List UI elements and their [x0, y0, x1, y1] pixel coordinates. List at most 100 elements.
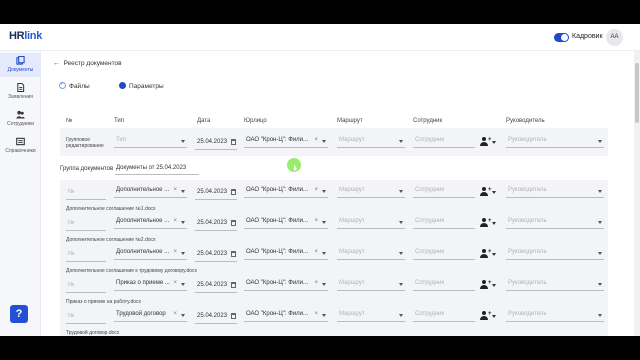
chevron-down-icon [598, 314, 602, 317]
chevron-down-icon [322, 221, 326, 224]
row-company-select[interactable]: ОАО "Крон-Ц": Фили... × [244, 277, 328, 291]
column-header-number: № [66, 118, 73, 124]
row-type-select[interactable]: Приказ о приеме ... × [114, 277, 187, 291]
row-manager-select[interactable]: Руководитель [506, 215, 604, 229]
clear-icon: × [314, 137, 318, 143]
row-route-select[interactable]: Маршрут [337, 308, 405, 322]
row-file-name: Приказ о приеме на работу.docx [66, 299, 142, 305]
row-employee-field[interactable]: Сотрудник [413, 215, 475, 229]
clear-icon: × [173, 218, 177, 224]
row-date-field[interactable]: 25.04.2023 [195, 186, 237, 200]
chevron-down-icon [181, 140, 185, 143]
row-number-field[interactable]: № [66, 186, 106, 200]
row-file-name: Дополнительное соглашение №1.docx [66, 206, 156, 212]
document-group-input[interactable]: Документы от 25.04.2023 [115, 162, 199, 175]
chevron-down-icon [399, 140, 403, 143]
row-number-field[interactable]: № [66, 217, 106, 231]
tab-parameters[interactable]: Параметры [119, 82, 164, 90]
row-number-field[interactable]: № [66, 279, 106, 293]
row-employee-field[interactable]: Сотрудник [413, 277, 475, 291]
row-date-field[interactable]: 25.04.2023 [195, 248, 237, 262]
row-type-select[interactable]: Трудовой договор × [114, 308, 187, 322]
row-number-field[interactable]: № [66, 310, 106, 324]
row-employee-field[interactable]: Сотрудник [413, 246, 475, 260]
sidebar-item-label: Документы [7, 67, 34, 73]
chevron-down-icon [322, 252, 326, 255]
checked-radio-icon [59, 81, 66, 89]
row-company-select[interactable]: ОАО "Крон-Ц": Фили... × [244, 246, 328, 260]
group-route-select[interactable]: Маршрут [337, 134, 405, 148]
column-header-employee: Сотрудник [413, 118, 443, 124]
mode-toggle-label: Кадровик [572, 33, 603, 40]
clear-icon: × [173, 249, 177, 255]
row-company-select[interactable]: ОАО "Крон-Ц": Фили... × [244, 184, 328, 198]
mouse-cursor-icon [294, 164, 297, 171]
row-manager-select[interactable]: Руководитель [506, 184, 604, 198]
group-manager-select[interactable]: Руководитель [506, 134, 604, 148]
clear-icon: × [314, 311, 318, 317]
add-person-icon[interactable]: + [480, 137, 496, 147]
add-person-icon[interactable]: + [480, 187, 496, 197]
employees-icon [16, 110, 25, 119]
row-employee-field[interactable]: Сотрудник [413, 184, 475, 198]
tab-files[interactable]: Файлы [59, 81, 90, 90]
help-button[interactable]: ? [10, 305, 28, 323]
row-route-select[interactable]: Маршрут [337, 184, 405, 198]
row-number-field[interactable]: № [66, 248, 106, 262]
row-date-field[interactable]: 25.04.2023 [195, 217, 237, 231]
sidebar-item-employees[interactable]: Сотрудники [0, 107, 41, 131]
sidebar-item-reference[interactable]: Справочники [0, 134, 41, 158]
row-type-select[interactable]: Дополнительное ... × [114, 184, 187, 198]
scrollbar-thumb[interactable] [635, 63, 639, 123]
top-bar: HRlink Кадровик AA [0, 24, 640, 51]
column-header-manager: Руководитель [506, 118, 545, 124]
group-employee-field[interactable]: Сотрудник [413, 134, 475, 148]
sidebar-item-label: Сотрудники [6, 121, 35, 127]
row-file-name: Дополнительное соглашение к трудовому до… [66, 268, 198, 274]
row-route-select[interactable]: Маршрут [337, 215, 405, 229]
documents-icon [16, 56, 25, 65]
sidebar-item-applications[interactable]: Заявления [0, 80, 41, 104]
clear-icon: × [314, 218, 318, 224]
add-person-icon[interactable]: + [480, 280, 496, 290]
avatar[interactable]: AA [606, 29, 623, 46]
row-route-select[interactable]: Маршрут [337, 277, 405, 291]
application-icon [17, 83, 25, 92]
row-manager-select[interactable]: Руководитель [506, 246, 604, 260]
row-company-select[interactable]: ОАО "Крон-Ц": Фили... × [244, 215, 328, 229]
clear-icon: × [314, 280, 318, 286]
row-type-select[interactable]: Дополнительное ... × [114, 246, 187, 260]
calendar-icon [231, 220, 236, 226]
row-company-select[interactable]: ОАО "Крон-Ц": Фили... × [244, 308, 328, 322]
column-header-company: Юрлицо [244, 118, 267, 124]
group-company-select[interactable]: ОАО "Крон-Ц": Фили... × [244, 134, 328, 148]
breadcrumb-label: Реестр документов [63, 60, 122, 67]
mode-toggle[interactable] [554, 33, 569, 42]
chevron-down-icon [399, 190, 403, 193]
back-arrow-icon[interactable]: ← [53, 60, 60, 67]
row-type-select[interactable]: Дополнительное ... × [114, 215, 187, 229]
add-person-icon[interactable]: + [480, 311, 496, 321]
group-date-field[interactable]: 25.04.2023 [195, 136, 237, 150]
add-person-icon[interactable]: + [480, 249, 496, 259]
scrollbar[interactable] [634, 51, 640, 336]
row-date-field[interactable]: 25.04.2023 [195, 310, 237, 324]
chevron-down-icon [598, 140, 602, 143]
add-person-icon[interactable]: + [480, 218, 496, 228]
document-group-label: Группа документов [60, 166, 114, 172]
row-manager-select[interactable]: Руководитель [506, 308, 604, 322]
breadcrumb[interactable]: ← Реестр документов [53, 60, 122, 67]
group-type-select[interactable]: Тип [114, 134, 187, 148]
row-route-select[interactable]: Маршрут [337, 246, 405, 260]
chevron-down-icon [399, 283, 403, 286]
app-logo[interactable]: HRlink [9, 30, 42, 42]
chevron-down-icon [181, 221, 185, 224]
clear-icon: × [173, 311, 177, 317]
row-date-field[interactable]: 25.04.2023 [195, 279, 237, 293]
chevron-down-icon [322, 140, 326, 143]
row-employee-field[interactable]: Сотрудник [413, 308, 475, 322]
chevron-down-icon [322, 314, 326, 317]
row-manager-select[interactable]: Руководитель [506, 277, 604, 291]
sidebar: Документы Заявления Сотрудники Справочни… [0, 51, 41, 336]
sidebar-item-documents[interactable]: Документы [0, 53, 41, 77]
